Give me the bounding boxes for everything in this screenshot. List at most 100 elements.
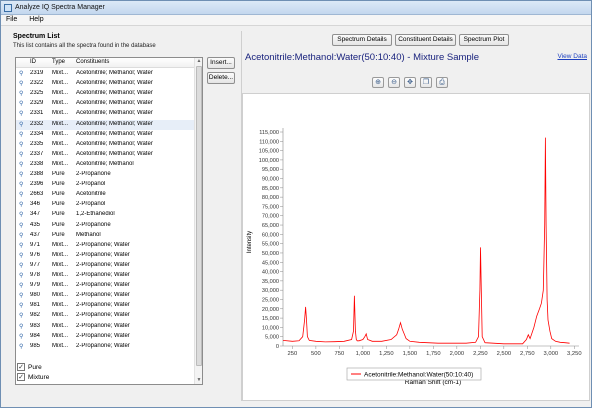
- row-constituents: 2-Propanol: [76, 181, 106, 188]
- list-item[interactable]: ⚲ 2325 Mixt... Acetonitrile; Methanol; Wate…: [16, 89, 194, 99]
- row-id: 980: [30, 292, 41, 299]
- series-layer: [282, 137, 570, 345]
- row-id: 435: [30, 221, 41, 228]
- list-item[interactable]: ⚲ 2388 Pure 2-Propanone: [16, 170, 194, 180]
- x-tick-label: 3,250: [567, 351, 582, 357]
- list-item[interactable]: ⚲ 346 Pure 2-Propanol: [16, 200, 194, 210]
- scroll-thumb[interactable]: [196, 66, 202, 366]
- spectrum-icon: ⚲: [19, 172, 24, 178]
- app-icon: [4, 4, 12, 12]
- column-header-constituents[interactable]: Constituents: [76, 59, 109, 65]
- list-item[interactable]: ⚲ 347 Pure 1,2-Ethanediol: [16, 210, 194, 220]
- list-item[interactable]: ⚲ 2332 Mixt... Acetonitrile; Methanol; Wate…: [16, 119, 194, 130]
- tab-constituent-details[interactable]: Constituent Details: [395, 34, 456, 46]
- y-tick-label: 80,000: [262, 195, 279, 201]
- y-tick-label: 115,000: [259, 130, 279, 136]
- list-item[interactable]: ⚲ 977 Mixt... 2-Propanone; Water: [16, 261, 194, 271]
- list-item[interactable]: ⚲ 978 Mixt... 2-Propanone; Water: [16, 271, 194, 281]
- row-id: 983: [30, 322, 41, 329]
- row-type: Mixt...: [52, 332, 68, 339]
- list-item[interactable]: ⚲ 984 Mixt... 2-Propanone; Water: [16, 332, 194, 342]
- y-tick-label: 5,000: [265, 335, 279, 341]
- row-type: Mixt...: [52, 90, 68, 97]
- y-tick-label: 60,000: [262, 232, 279, 238]
- list-item[interactable]: ⚲ 982 Mixt... 2-Propanone; Water: [16, 311, 194, 321]
- row-id: 982: [30, 312, 41, 319]
- menu-help[interactable]: Help: [24, 15, 48, 23]
- list-item[interactable]: ⚲ 437 Pure Methanol: [16, 231, 194, 241]
- row-constituents: Acetonitrile; Methanol; Water: [76, 80, 153, 87]
- row-id: 985: [30, 342, 41, 349]
- spectrum-icon: ⚲: [19, 71, 24, 77]
- spectrum-list[interactable]: ID Type Constituents ⚲ 2319 Mixt... Acetoni…: [15, 57, 203, 385]
- spectrum-plot[interactable]: 0 5,000 10,000 15,000 20,000 25,000 30,000 35,0…: [242, 93, 590, 401]
- list-item[interactable]: ⚲ 2663 Pure Acetonitrile: [16, 190, 194, 200]
- pure-checkbox-label: Pure: [28, 364, 42, 371]
- list-item[interactable]: ⚲ 981 Mixt... 2-Propanone; Water: [16, 301, 194, 311]
- x-tick-label: 500: [311, 351, 321, 357]
- row-constituents: Methanol: [76, 231, 101, 238]
- column-header-id[interactable]: ID: [30, 59, 36, 65]
- insert-button[interactable]: Insert...: [207, 57, 235, 69]
- list-item[interactable]: ⚲ 2334 Mixt... Acetonitrile; Methanol; Wate…: [16, 130, 194, 140]
- view-data-link[interactable]: View Data: [557, 53, 587, 60]
- scroll-up-icon[interactable]: ▲: [196, 58, 202, 64]
- list-item[interactable]: ⚲ 435 Pure 2-Propanone: [16, 221, 194, 231]
- zoom-out-icon[interactable]: ⊖: [388, 77, 400, 88]
- list-item[interactable]: ⚲ 2322 Mixt... Acetonitrile; Methanol; Wate…: [16, 79, 194, 89]
- row-constituents: Acetonitrile; Methanol; Water: [76, 110, 153, 117]
- list-item[interactable]: ⚲ 983 Mixt... 2-Propanone; Water: [16, 322, 194, 332]
- y-tick-label: 55,000: [262, 242, 279, 248]
- list-item[interactable]: ⚲ 971 Mixt... 2-Propanone; Water: [16, 241, 194, 251]
- delete-button[interactable]: Delete...: [207, 72, 235, 84]
- spectrum-icon: ⚲: [19, 111, 24, 118]
- y-tick-label: 75,000: [262, 204, 279, 210]
- row-constituents: 2-Propanone; Water: [76, 312, 130, 319]
- y-tick-label: 95,000: [262, 167, 279, 173]
- list-item[interactable]: ⚲ 2337 Mixt... Acetonitrile; Methanol; Wate…: [16, 150, 194, 160]
- list-item[interactable]: ⚲ 2329 Mixt... Acetonitrile; Methanol; Wate…: [16, 99, 194, 109]
- row-type: Mixt...: [52, 292, 68, 299]
- y-tick-label: 90,000: [262, 177, 279, 183]
- copy-icon[interactable]: ❐: [420, 77, 432, 88]
- column-header-type[interactable]: Type: [52, 59, 65, 65]
- pure-checkbox[interactable]: ✓: [17, 363, 25, 371]
- row-type: Mixt...: [52, 80, 68, 87]
- row-id: 347: [30, 211, 41, 218]
- spectrum-icon: ⚲: [19, 283, 24, 290]
- print-icon[interactable]: ⎙: [436, 77, 448, 88]
- scroll-down-icon[interactable]: ▼: [196, 377, 202, 383]
- list-item[interactable]: ⚲ 2338 Mixt... Acetonitrile; Methanol: [16, 160, 194, 170]
- title-bar[interactable]: Analyze IQ Spectra Manager: [1, 1, 591, 15]
- list-item[interactable]: ⚲ 985 Mixt... 2-Propanone; Water: [16, 342, 194, 352]
- list-item[interactable]: ⚲ 2319 Mixt... Acetonitrile; Methanol; Wate…: [16, 69, 194, 79]
- row-type: Mixt...: [52, 110, 68, 117]
- y-tick-label: 105,000: [259, 149, 279, 155]
- row-type: Pure: [52, 191, 65, 198]
- list-scrollbar[interactable]: ▲ ▼: [194, 58, 202, 384]
- x-tick-label: 1,000: [356, 351, 371, 357]
- menu-file[interactable]: File: [1, 15, 22, 23]
- row-constituents: 2-Propanone; Water: [76, 282, 130, 289]
- tab-spectrum-details[interactable]: Spectrum Details: [332, 34, 392, 46]
- pan-icon[interactable]: ✥: [404, 77, 416, 88]
- tab-spectrum-plot[interactable]: Spectrum Plot: [459, 34, 509, 46]
- y-tick-label: 110,000: [259, 139, 279, 145]
- list-item[interactable]: ⚲ 2335 Mixt... Acetonitrile; Methanol; Wate…: [16, 140, 194, 150]
- mixture-checkbox[interactable]: ✓: [17, 373, 25, 381]
- row-type: Pure: [52, 231, 65, 238]
- row-id: 984: [30, 332, 41, 339]
- zoom-in-icon[interactable]: ⊕: [372, 77, 384, 88]
- row-type: Mixt...: [52, 120, 68, 127]
- row-type: Mixt...: [52, 140, 68, 147]
- row-id: 978: [30, 272, 41, 278]
- list-item[interactable]: ⚲ 980 Mixt... 2-Propanone; Water: [16, 291, 194, 301]
- window-title: Analyze IQ Spectra Manager: [15, 4, 105, 11]
- y-tick-label: 45,000: [262, 260, 279, 266]
- y-tick-label: 70,000: [262, 214, 279, 220]
- y-tick-label: 25,000: [262, 297, 279, 303]
- list-item[interactable]: ⚲ 2396 Pure 2-Propanol: [16, 180, 194, 190]
- list-item[interactable]: ⚲ 2331 Mixt... Acetonitrile; Methanol; Wate…: [16, 109, 194, 119]
- list-item[interactable]: ⚲ 976 Mixt... 2-Propanone; Water: [16, 251, 194, 261]
- list-item[interactable]: ⚲ 979 Mixt... 2-Propanone; Water: [16, 281, 194, 291]
